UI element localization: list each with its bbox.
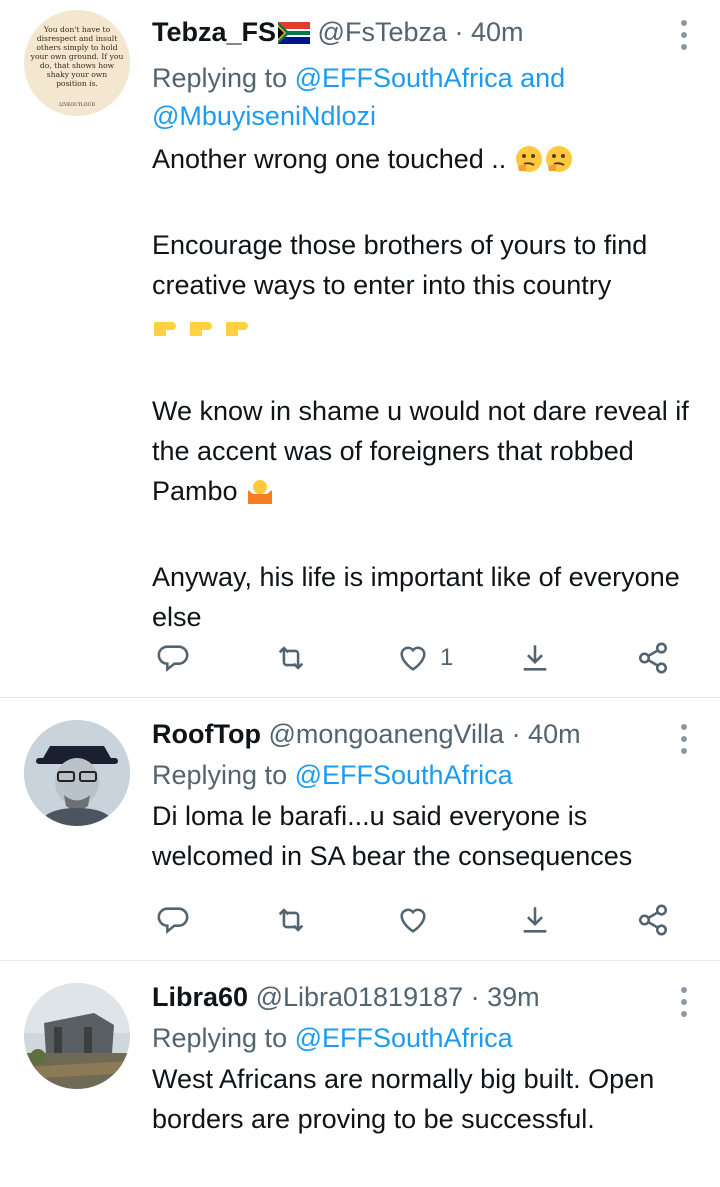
like-button[interactable]: 1 — [396, 638, 453, 678]
avatar[interactable] — [24, 983, 130, 1089]
paragraph: Encourage those brothers of yours to fin… — [152, 230, 648, 300]
reply-icon[interactable] — [156, 900, 190, 940]
replying-and: and — [520, 63, 566, 93]
reply-icon[interactable] — [156, 638, 190, 678]
avatar-photo — [24, 720, 130, 826]
avatar-photo — [24, 983, 130, 1089]
svg-text:LIVEOUTLOUD: LIVEOUTLOUD — [59, 102, 95, 108]
tweet-1[interactable]: You don't have to disrespect and insult … — [0, 0, 720, 698]
avatar[interactable]: You don't have to disrespect and insult … — [24, 10, 130, 116]
replying-to: Replying to @EFFSouthAfrica and @Mbuyise… — [152, 59, 690, 135]
flag-icon — [278, 17, 311, 53]
tweet-header: Libra60 @Libra01819187 · 39m — [152, 979, 690, 1015]
thinking-face-emoji — [514, 144, 544, 185]
share-icon[interactable] — [636, 900, 670, 940]
more-options-icon[interactable] — [680, 20, 688, 56]
pointing-right-emoji — [152, 311, 260, 351]
retweet-icon[interactable] — [274, 638, 308, 678]
display-name[interactable]: Tebza_FS — [152, 17, 276, 47]
svg-text:You don't have to: You don't have to — [43, 25, 111, 34]
timestamp[interactable]: · 40m — [455, 17, 524, 47]
svg-text:position is.: position is. — [56, 79, 98, 88]
mention-link[interactable]: @EFFSouthAfrica — [295, 1023, 513, 1053]
avatar-quote-image: You don't have to disrespect and insult … — [24, 10, 130, 116]
replying-to: Replying to @EFFSouthAfrica — [152, 756, 690, 794]
mention-link[interactable]: @EFFSouthAfrica — [295, 760, 513, 790]
timestamp[interactable]: · 40m — [512, 719, 581, 749]
paragraph: West Africans are normally big built. Op… — [152, 1064, 655, 1134]
replying-label: Replying to — [152, 1023, 288, 1053]
more-options-icon[interactable] — [680, 724, 688, 760]
svg-text:your own ground. If you: your own ground. If you — [30, 52, 124, 61]
tweet-header: Tebza_FS @FsTebza · 40m — [152, 14, 690, 53]
person-shrugging-emoji — [245, 476, 275, 517]
share-icon[interactable] — [636, 638, 670, 678]
like-count: 1 — [440, 644, 454, 671]
svg-text:shaky your own: shaky your own — [47, 70, 107, 79]
paragraph: Di loma le barafi...u said everyone is w… — [152, 801, 633, 871]
replying-to: Replying to @EFFSouthAfrica — [152, 1019, 690, 1057]
tweet-text: Another wrong one touched .. Encourage t… — [152, 139, 690, 637]
paragraph: We know in shame u would not dare reveal… — [152, 396, 689, 506]
paragraph: Anyway, his life is important like of ev… — [152, 562, 680, 632]
tweet-header: RoofTop @mongoanengVilla · 40m — [152, 716, 690, 752]
thinking-face-emoji — [544, 144, 574, 185]
tweet-3[interactable]: Libra60 @Libra01819187 · 39m Replying to… — [0, 961, 720, 1187]
display-name[interactable]: Libra60 — [152, 982, 248, 1012]
download-share-icon[interactable] — [518, 900, 552, 940]
tweet-text: West Africans are normally big built. Op… — [152, 1059, 690, 1139]
more-options-icon[interactable] — [680, 987, 688, 1023]
timestamp[interactable]: · 39m — [471, 982, 540, 1012]
retweet-icon[interactable] — [274, 900, 308, 940]
handle[interactable]: @FsTebza — [318, 17, 447, 47]
svg-text:others simply to hold: others simply to hold — [36, 43, 117, 52]
mention-link[interactable]: @MbuyiseniNdlozi — [152, 101, 376, 131]
tweet-actions — [152, 900, 692, 940]
download-share-icon[interactable] — [518, 638, 552, 678]
handle[interactable]: @Libra01819187 — [256, 982, 464, 1012]
handle[interactable]: @mongoanengVilla — [268, 719, 504, 749]
avatar[interactable] — [24, 720, 130, 826]
replying-label: Replying to — [152, 760, 288, 790]
like-icon — [400, 646, 426, 671]
tweet-2[interactable]: RoofTop @mongoanengVilla · 40m Replying … — [0, 698, 720, 960]
tweet-text: Di loma le barafi...u said everyone is w… — [152, 796, 690, 876]
like-icon[interactable] — [396, 900, 430, 940]
paragraph: Another wrong one touched .. — [152, 144, 507, 174]
tweet-actions: 1 — [152, 638, 692, 678]
display-name[interactable]: RoofTop — [152, 719, 261, 749]
svg-text:disrespect and insult: disrespect and insult — [37, 34, 118, 43]
svg-text:do, that shows how: do, that shows how — [40, 61, 115, 70]
mention-link[interactable]: @EFFSouthAfrica — [295, 63, 513, 93]
replying-label: Replying to — [152, 63, 288, 93]
